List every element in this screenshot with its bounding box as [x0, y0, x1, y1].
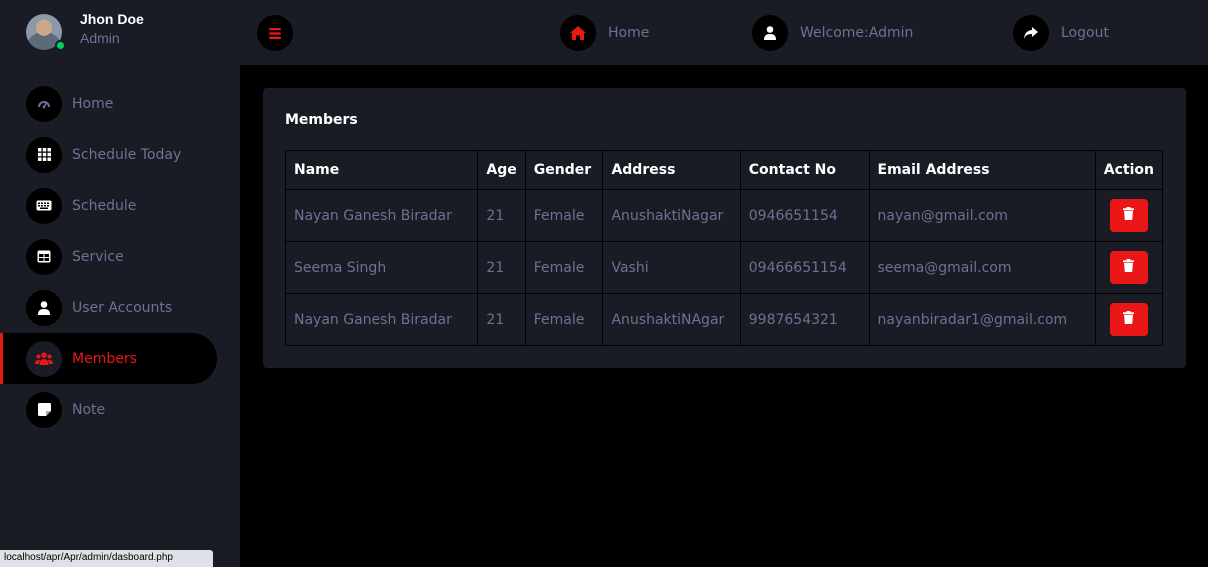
share-arrow-icon	[1013, 15, 1049, 51]
status-bar-url: localhost/apr/Apr/admin/dasboard.php	[0, 550, 213, 567]
user-icon	[26, 289, 62, 326]
nav-home-label: Home	[608, 25, 650, 41]
nav-home-link[interactable]: Home	[560, 15, 649, 51]
sidebar-item-service[interactable]: Service	[0, 231, 240, 282]
cell-name: Nayan Ganesh Biradar	[284, 189, 479, 242]
sidebar-item-label: Home	[72, 95, 114, 112]
cell-age: 21	[477, 241, 526, 294]
cell-name: Seema Singh	[284, 241, 479, 294]
table-header-row: Name Age Gender Address Contact No Email…	[284, 150, 1164, 190]
column-header-age: Age	[477, 150, 526, 190]
cell-contact: 09466651154	[739, 241, 870, 294]
cell-gender: Female	[524, 241, 604, 294]
sidebar-item-note[interactable]: Note	[0, 384, 240, 435]
table-icon	[26, 238, 62, 275]
cell-gender: Female	[524, 293, 604, 346]
sidebar: Jhon Doe Admin Home Schedule Today Sched…	[0, 0, 240, 567]
cell-email: nayan@gmail.com	[868, 189, 1096, 242]
sidebar-item-label: Members	[72, 350, 137, 367]
cell-contact: 0946651154	[739, 189, 870, 242]
topbar: Home Welcome:Admin Logout	[240, 0, 1208, 65]
sidebar-item-home[interactable]: Home	[0, 78, 240, 129]
profile-name: Jhon Doe	[80, 11, 144, 27]
sidebar-item-label: Schedule	[72, 197, 137, 214]
cell-email: seema@gmail.com	[868, 241, 1096, 294]
home-icon	[560, 15, 596, 51]
cell-address: AnushaktiNAgar	[602, 293, 741, 346]
sidebar-item-label: Schedule Today	[72, 146, 182, 163]
cell-age: 21	[477, 293, 526, 346]
logout-label: Logout	[1061, 25, 1109, 41]
sidebar-item-label: User Accounts	[72, 299, 173, 316]
cell-action	[1094, 241, 1164, 294]
trash-icon	[1123, 259, 1135, 276]
table-row: Nayan Ganesh Biradar 21 Female Anushakti…	[284, 293, 1164, 346]
delete-button[interactable]	[1109, 303, 1148, 336]
cell-age: 21	[477, 189, 526, 242]
column-header-gender: Gender	[524, 150, 604, 190]
cell-action	[1094, 293, 1164, 346]
dashboard-icon	[26, 85, 62, 122]
sidebar-item-user-accounts[interactable]: User Accounts	[0, 282, 240, 333]
online-status-dot	[55, 40, 66, 51]
members-card: Members Name Age Gender Address Contact …	[263, 88, 1186, 368]
column-header-email: Email Address	[868, 150, 1096, 190]
column-header-address: Address	[602, 150, 741, 190]
delete-button[interactable]	[1109, 199, 1148, 232]
cell-email: nayanbiradar1@gmail.com	[868, 293, 1096, 346]
user-icon	[752, 15, 788, 51]
delete-button[interactable]	[1109, 251, 1148, 284]
logout-link[interactable]: Logout	[1013, 15, 1109, 51]
cell-address: AnushaktiNagar	[602, 189, 741, 242]
column-header-name: Name	[284, 150, 479, 190]
members-table: Name Age Gender Address Contact No Email…	[284, 150, 1164, 346]
cell-gender: Female	[524, 189, 604, 242]
welcome-label: Welcome:Admin	[800, 25, 914, 41]
column-header-action: Action	[1094, 150, 1164, 190]
cell-address: Vashi	[602, 241, 741, 294]
sidebar-toggle-button[interactable]	[257, 15, 293, 51]
keyboard-icon	[26, 187, 62, 224]
table-row: Nayan Ganesh Biradar 21 Female Anushakti…	[284, 189, 1164, 242]
sidebar-item-label: Service	[72, 248, 124, 265]
bars-icon	[269, 24, 281, 43]
profile-role: Admin	[80, 30, 120, 46]
cell-contact: 9987654321	[739, 293, 870, 346]
users-icon	[26, 340, 62, 377]
profile: Jhon Doe Admin	[0, 0, 240, 65]
sidebar-item-schedule[interactable]: Schedule	[0, 180, 240, 231]
column-header-contact: Contact No	[739, 150, 870, 190]
trash-icon	[1123, 311, 1135, 328]
sidebar-item-label: Note	[72, 401, 106, 418]
sidebar-item-schedule-today[interactable]: Schedule Today	[0, 129, 240, 180]
sidebar-nav: Home Schedule Today Schedule Service Use…	[0, 78, 240, 435]
sidebar-item-members[interactable]: Members	[0, 333, 217, 384]
cell-action	[1094, 189, 1164, 242]
grid-icon	[26, 136, 62, 173]
note-icon	[26, 391, 62, 428]
table-row: Seema Singh 21 Female Vashi 09466651154 …	[284, 241, 1164, 294]
cell-name: Nayan Ganesh Biradar	[284, 293, 479, 346]
trash-icon	[1123, 207, 1135, 224]
card-title: Members	[285, 112, 358, 128]
welcome-user[interactable]: Welcome:Admin	[752, 15, 913, 51]
